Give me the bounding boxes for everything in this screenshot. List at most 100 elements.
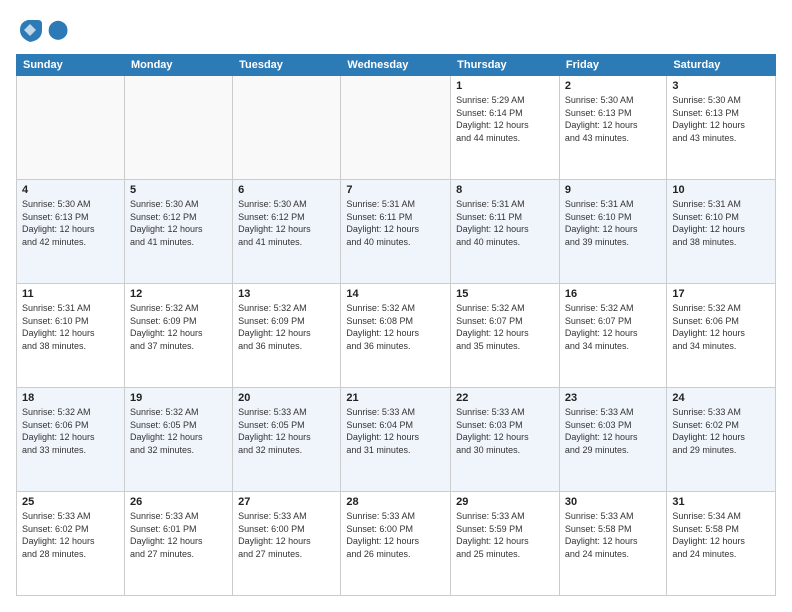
weekday-wednesday: Wednesday xyxy=(341,55,451,76)
weekday-monday: Monday xyxy=(124,55,232,76)
day-cell-24: 24Sunrise: 5:33 AM Sunset: 6:02 PM Dayli… xyxy=(667,388,776,492)
day-cell-13: 13 Sunrise: 5:32 AM Sunset: 6:09 PM Dayli… xyxy=(233,284,341,388)
day-info: Sunrise: 5:30 AM Sunset: 6:12 PM Dayligh… xyxy=(130,198,227,248)
day-cell-22: 22 Sunrise: 5:33 AM Sunset: 6:03 PM Dayli… xyxy=(451,388,560,492)
day-info: Sunrise: 5:32 AM Sunset: 6:06 PM Dayligh… xyxy=(22,406,119,456)
weekday-friday: Friday xyxy=(559,55,666,76)
day-number: 26 xyxy=(130,496,227,508)
day-info: Sunrise: 5:33 AM Sunset: 6:02 PM Dayligh… xyxy=(672,406,770,456)
day-cell-11: 11 Sunrise: 5:31 AM Sunset: 6:10 PM Dayli… xyxy=(17,284,125,388)
day-number: 8 xyxy=(456,184,554,196)
day-info: Sunrise: 5:31 AM Sunset: 6:11 PM Dayligh… xyxy=(456,198,554,248)
day-number: 12 xyxy=(130,288,227,300)
day-info: Sunrise: 5:31 AM Sunset: 6:10 PM Dayligh… xyxy=(565,198,661,248)
day-number: 17 xyxy=(672,288,770,300)
calendar-page: ⬤ SundayMondayTuesdayWednesdayThursdayFr… xyxy=(0,0,792,612)
day-info: Sunrise: 5:29 AM Sunset: 6:14 PM Dayligh… xyxy=(456,94,554,144)
day-cell-23: 23Sunrise: 5:33 AM Sunset: 6:03 PM Dayli… xyxy=(559,388,666,492)
day-cell-19: 19 Sunrise: 5:32 AM Sunset: 6:05 PM Dayli… xyxy=(124,388,232,492)
logo-blue-dot: ⬤ xyxy=(48,19,68,39)
day-cell-7: 7 Sunrise: 5:31 AM Sunset: 6:11 PM Daylig… xyxy=(341,180,451,284)
calendar-table: SundayMondayTuesdayWednesdayThursdayFrid… xyxy=(16,54,776,596)
day-number: 5 xyxy=(130,184,227,196)
day-number: 6 xyxy=(238,184,335,196)
week-row-4: 18 Sunrise: 5:32 AM Sunset: 6:06 PM Dayli… xyxy=(17,388,776,492)
day-cell-26: 26 Sunrise: 5:33 AM Sunset: 6:01 PM Dayli… xyxy=(124,492,232,596)
day-cell-27: 27 Sunrise: 5:33 AM Sunset: 6:00 PM Dayli… xyxy=(233,492,341,596)
day-info: Sunrise: 5:33 AM Sunset: 6:02 PM Dayligh… xyxy=(22,510,119,560)
day-cell-12: 12 Sunrise: 5:32 AM Sunset: 6:09 PM Dayli… xyxy=(124,284,232,388)
logo-icon xyxy=(16,16,44,44)
day-number: 25 xyxy=(22,496,119,508)
week-row-1: 1Sunrise: 5:29 AM Sunset: 6:14 PM Daylig… xyxy=(17,76,776,180)
week-row-5: 25 Sunrise: 5:33 AM Sunset: 6:02 PM Dayli… xyxy=(17,492,776,596)
day-info: Sunrise: 5:31 AM Sunset: 6:11 PM Dayligh… xyxy=(346,198,445,248)
day-number: 23 xyxy=(565,392,661,404)
day-cell-30: 30 Sunrise: 5:33 AM Sunset: 5:58 PM Dayli… xyxy=(559,492,666,596)
header: ⬤ xyxy=(16,16,776,44)
day-info: Sunrise: 5:30 AM Sunset: 6:13 PM Dayligh… xyxy=(672,94,770,144)
day-info: Sunrise: 5:32 AM Sunset: 6:06 PM Dayligh… xyxy=(672,302,770,352)
day-number: 19 xyxy=(130,392,227,404)
day-number: 15 xyxy=(456,288,554,300)
day-info: Sunrise: 5:30 AM Sunset: 6:13 PM Dayligh… xyxy=(22,198,119,248)
weekday-header-row: SundayMondayTuesdayWednesdayThursdayFrid… xyxy=(17,55,776,76)
day-cell-29: 29 Sunrise: 5:33 AM Sunset: 5:59 PM Dayli… xyxy=(451,492,560,596)
day-cell-20: 20Sunrise: 5:33 AM Sunset: 6:05 PM Dayli… xyxy=(233,388,341,492)
day-info: Sunrise: 5:32 AM Sunset: 6:09 PM Dayligh… xyxy=(238,302,335,352)
day-info: Sunrise: 5:33 AM Sunset: 6:01 PM Dayligh… xyxy=(130,510,227,560)
day-number: 11 xyxy=(22,288,119,300)
day-info: Sunrise: 5:31 AM Sunset: 6:10 PM Dayligh… xyxy=(22,302,119,352)
day-info: Sunrise: 5:33 AM Sunset: 6:04 PM Dayligh… xyxy=(346,406,445,456)
day-cell-10: 10 Sunrise: 5:31 AM Sunset: 6:10 PM Dayli… xyxy=(667,180,776,284)
day-cell-8: 8 Sunrise: 5:31 AM Sunset: 6:11 PM Daylig… xyxy=(451,180,560,284)
day-number: 29 xyxy=(456,496,554,508)
day-number: 4 xyxy=(22,184,119,196)
day-info: Sunrise: 5:33 AM Sunset: 5:58 PM Dayligh… xyxy=(565,510,661,560)
day-info: Sunrise: 5:30 AM Sunset: 6:12 PM Dayligh… xyxy=(238,198,335,248)
day-cell-5: 5 Sunrise: 5:30 AM Sunset: 6:12 PM Daylig… xyxy=(124,180,232,284)
weekday-tuesday: Tuesday xyxy=(233,55,341,76)
day-cell-31: 31 Sunrise: 5:34 AM Sunset: 5:58 PM Dayli… xyxy=(667,492,776,596)
day-info: Sunrise: 5:32 AM Sunset: 6:09 PM Dayligh… xyxy=(130,302,227,352)
day-info: Sunrise: 5:33 AM Sunset: 6:03 PM Dayligh… xyxy=(456,406,554,456)
day-number: 22 xyxy=(456,392,554,404)
weekday-thursday: Thursday xyxy=(451,55,560,76)
day-cell-25: 25 Sunrise: 5:33 AM Sunset: 6:02 PM Dayli… xyxy=(17,492,125,596)
day-number: 10 xyxy=(672,184,770,196)
day-info: Sunrise: 5:31 AM Sunset: 6:10 PM Dayligh… xyxy=(672,198,770,248)
day-number: 30 xyxy=(565,496,661,508)
day-info: Sunrise: 5:32 AM Sunset: 6:07 PM Dayligh… xyxy=(456,302,554,352)
day-info: Sunrise: 5:30 AM Sunset: 6:13 PM Dayligh… xyxy=(565,94,661,144)
day-number: 13 xyxy=(238,288,335,300)
day-info: Sunrise: 5:32 AM Sunset: 6:07 PM Dayligh… xyxy=(565,302,661,352)
day-cell-15: 15 Sunrise: 5:32 AM Sunset: 6:07 PM Dayli… xyxy=(451,284,560,388)
day-info: Sunrise: 5:32 AM Sunset: 6:05 PM Dayligh… xyxy=(130,406,227,456)
weekday-saturday: Saturday xyxy=(667,55,776,76)
logo: ⬤ xyxy=(16,16,68,44)
day-cell-9: 9Sunrise: 5:31 AM Sunset: 6:10 PM Daylig… xyxy=(559,180,666,284)
day-number: 7 xyxy=(346,184,445,196)
week-row-3: 11 Sunrise: 5:31 AM Sunset: 6:10 PM Dayli… xyxy=(17,284,776,388)
week-row-2: 4 Sunrise: 5:30 AM Sunset: 6:13 PM Daylig… xyxy=(17,180,776,284)
day-info: Sunrise: 5:34 AM Sunset: 5:58 PM Dayligh… xyxy=(672,510,770,560)
day-number: 16 xyxy=(565,288,661,300)
day-cell-1: 1Sunrise: 5:29 AM Sunset: 6:14 PM Daylig… xyxy=(451,76,560,180)
day-info: Sunrise: 5:33 AM Sunset: 5:59 PM Dayligh… xyxy=(456,510,554,560)
logo-text: ⬤ xyxy=(48,20,68,40)
day-number: 3 xyxy=(672,80,770,92)
day-number: 18 xyxy=(22,392,119,404)
empty-cell xyxy=(341,76,451,180)
day-number: 14 xyxy=(346,288,445,300)
day-cell-4: 4 Sunrise: 5:30 AM Sunset: 6:13 PM Daylig… xyxy=(17,180,125,284)
day-number: 2 xyxy=(565,80,661,92)
day-number: 28 xyxy=(346,496,445,508)
weekday-sunday: Sunday xyxy=(17,55,125,76)
day-number: 31 xyxy=(672,496,770,508)
day-cell-28: 28 Sunrise: 5:33 AM Sunset: 6:00 PM Dayli… xyxy=(341,492,451,596)
day-number: 27 xyxy=(238,496,335,508)
day-cell-21: 21Sunrise: 5:33 AM Sunset: 6:04 PM Dayli… xyxy=(341,388,451,492)
day-info: Sunrise: 5:33 AM Sunset: 6:00 PM Dayligh… xyxy=(238,510,335,560)
day-info: Sunrise: 5:33 AM Sunset: 6:00 PM Dayligh… xyxy=(346,510,445,560)
day-cell-18: 18 Sunrise: 5:32 AM Sunset: 6:06 PM Dayli… xyxy=(17,388,125,492)
